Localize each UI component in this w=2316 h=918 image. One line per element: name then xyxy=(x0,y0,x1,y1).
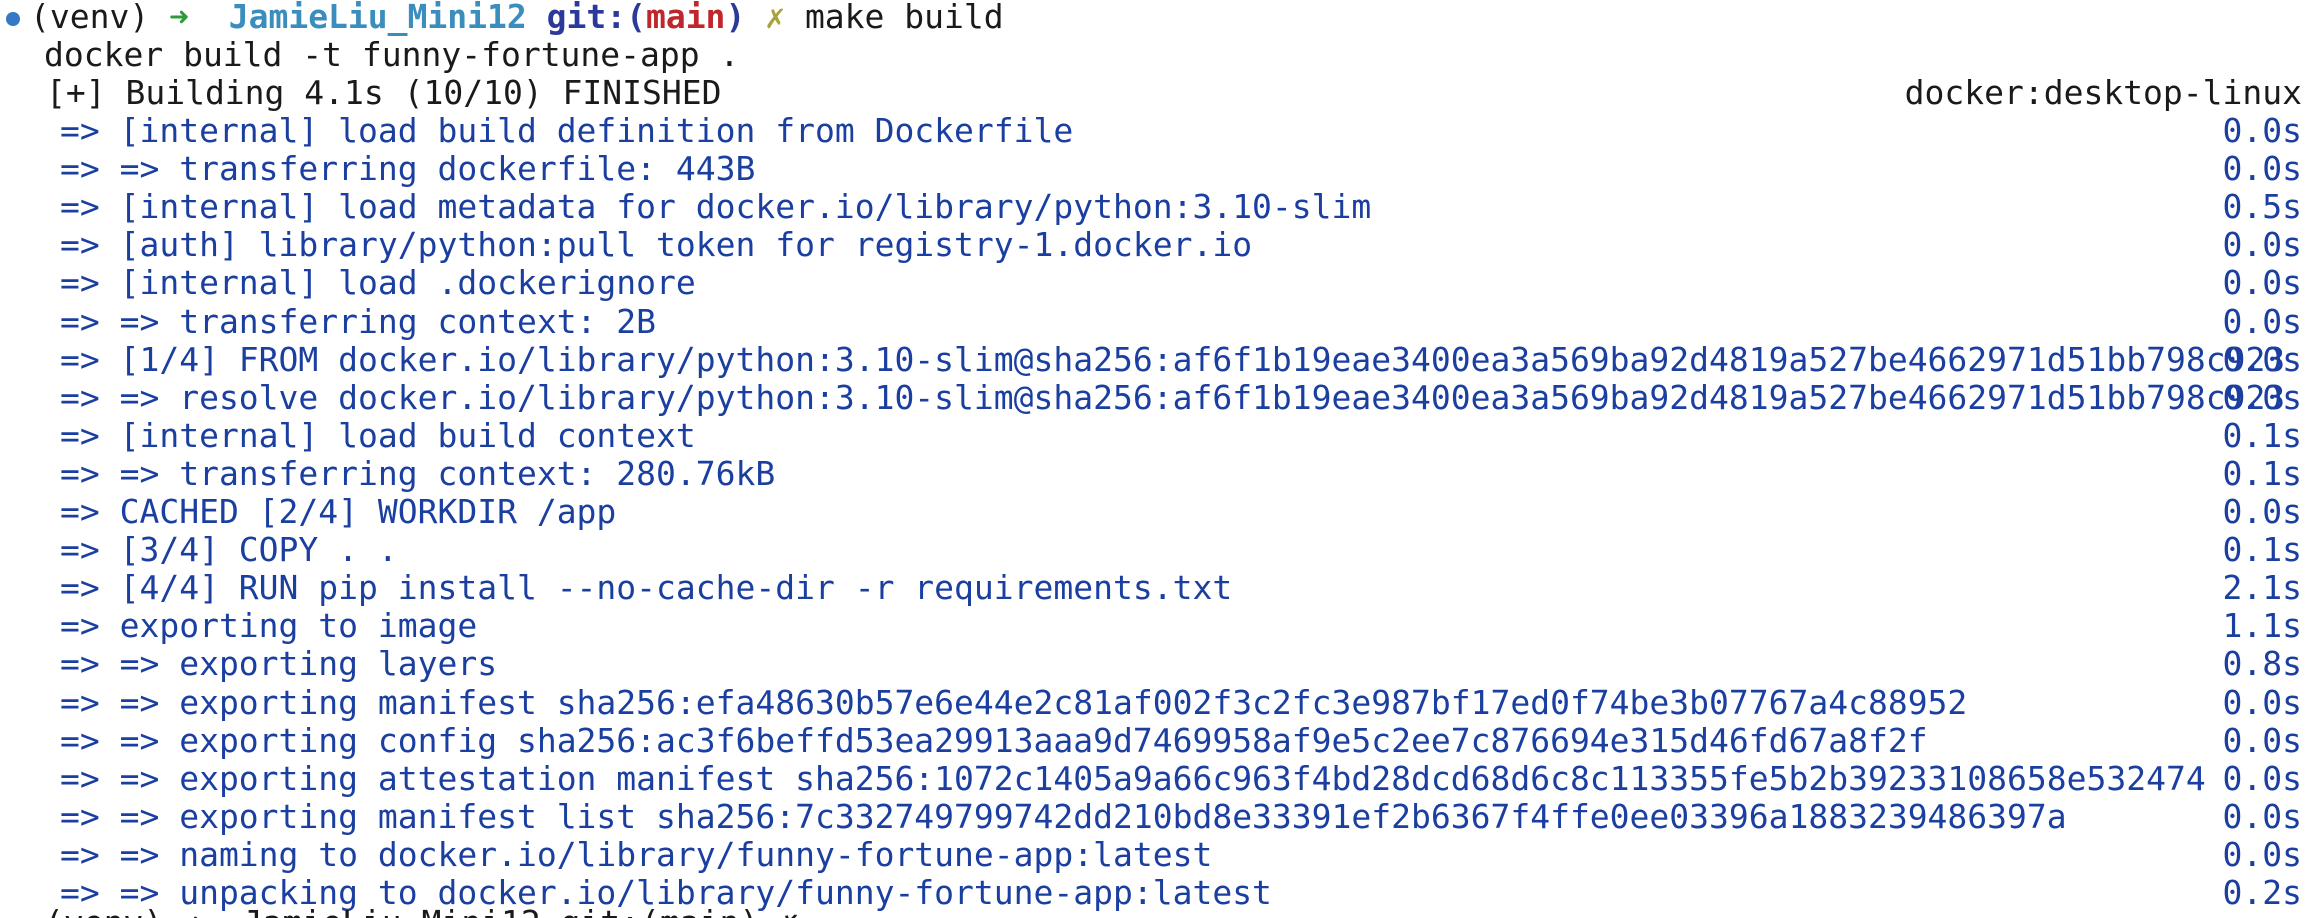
build-step-text: => [internal] load .dockerignore xyxy=(60,263,696,303)
command-echo: docker build -t funny-fortune-app . xyxy=(44,36,2302,74)
build-step-time: 0.5s xyxy=(2222,187,2302,227)
build-step-line: => => exporting layers 0.8s xyxy=(60,645,2302,683)
build-step-text: => => naming to docker.io/library/funny-… xyxy=(60,834,1213,874)
build-step-time: 0.0s xyxy=(2222,758,2302,798)
build-step-text: => [internal] load build context xyxy=(60,415,696,455)
build-step-text: => => exporting manifest sha256:efa48630… xyxy=(60,682,1968,722)
build-step-time: 0.0s xyxy=(2222,263,2302,303)
git-label-close: ) xyxy=(725,0,746,36)
build-step-line: => => exporting attestation manifest sha… xyxy=(60,758,2302,798)
build-step-time: 1.1s xyxy=(2222,606,2302,646)
build-step-text: => => exporting attestation manifest sha… xyxy=(60,758,2206,798)
build-step-time: 0.0s xyxy=(2222,301,2302,341)
build-step-text: => CACHED [2/4] WORKDIR /app xyxy=(60,492,617,531)
current-directory: JamieLiu_Mini12 xyxy=(228,0,527,36)
build-step-time: 0.0s xyxy=(2222,149,2302,189)
build-step-time: 0.0s xyxy=(2222,682,2302,722)
build-step-text: => => transferring dockerfile: 443B xyxy=(60,149,756,189)
build-step-line: => => transferring context: 280.76kB 0.1s xyxy=(60,453,2302,493)
build-step-time: 0.0s xyxy=(2222,796,2302,836)
build-step-text: => => transferring context: 280.76kB xyxy=(60,453,776,493)
build-step-line: => => naming to docker.io/library/funny-… xyxy=(60,834,2302,874)
build-step-line: => => resolve docker.io/library/python:3… xyxy=(60,377,2302,417)
build-step-time: 0.0s xyxy=(2222,111,2302,150)
build-step-time: 0.0s xyxy=(2222,225,2302,265)
build-step-line: => [3/4] COPY . . 0.1s xyxy=(60,531,2302,569)
build-step-time: 0.0s xyxy=(2222,377,2302,417)
arrow-icon: ➜ xyxy=(169,0,189,36)
build-step-line: => => exporting config sha256:ac3f6beffd… xyxy=(60,720,2302,760)
build-step-line: => [internal] load .dockerignore 0.0s xyxy=(60,264,2302,302)
build-step-text: => [3/4] COPY . . xyxy=(60,530,398,570)
build-step-time: 0.1s xyxy=(2222,530,2302,570)
build-step-line: => [1/4] FROM docker.io/library/python:3… xyxy=(60,339,2302,379)
dirty-mark-icon: ✗ xyxy=(765,0,786,36)
build-step-text: => [1/4] FROM docker.io/library/python:3… xyxy=(60,339,2286,379)
build-status-line: [+] Building 4.1s (10/10) FINISHED docke… xyxy=(46,74,2302,112)
build-step-line: => [internal] load build definition from… xyxy=(60,112,2302,150)
terminal-window[interactable]: (venv) ➜ JamieLiu_Mini12 git:(main) ✗ ma… xyxy=(0,0,2316,918)
build-step-text: => [internal] load metadata for docker.i… xyxy=(60,187,1372,227)
git-label: git:( xyxy=(546,0,646,36)
prompt-status-dot xyxy=(6,12,20,26)
build-step-text: => [internal] load build definition from… xyxy=(60,111,1074,150)
build-step-line: => => transferring dockerfile: 443B 0.0s xyxy=(60,150,2302,188)
git-branch: main xyxy=(645,0,726,36)
venv-label: (venv) xyxy=(30,0,150,36)
build-step-time: 0.0s xyxy=(2222,834,2302,874)
build-step-text: => exporting to image xyxy=(60,606,478,646)
build-step-line: => [internal] load metadata for docker.i… xyxy=(60,188,2302,226)
next-prompt-partial: (venv) ➜ JamieLiu_Mini12 git:(main) ✗ xyxy=(44,904,799,918)
build-step-time: 0.0s xyxy=(2222,720,2302,760)
build-step-line: => [auth] library/python:pull token for … xyxy=(60,226,2302,264)
build-step-time: 0.1s xyxy=(2222,415,2302,455)
builder-name: docker:desktop-linux xyxy=(1904,73,2302,112)
command-echo-text: docker build -t funny-fortune-app . xyxy=(44,35,740,74)
build-step-line: => CACHED [2/4] WORKDIR /app 0.0s xyxy=(60,493,2302,531)
build-step-text: => => exporting config sha256:ac3f6beffd… xyxy=(60,720,1928,760)
build-step-line: => [4/4] RUN pip install --no-cache-dir … xyxy=(60,569,2302,607)
build-status: [+] Building 4.1s (10/10) FINISHED xyxy=(46,73,722,112)
build-step-time: 0.0s xyxy=(2222,492,2302,531)
build-step-text: => => exporting manifest list sha256:7c3… xyxy=(60,796,2067,836)
entered-command: make build xyxy=(804,0,1004,36)
build-step-time: 0.2s xyxy=(2222,873,2302,912)
prompt-line: (venv) ➜ JamieLiu_Mini12 git:(main) ✗ ma… xyxy=(30,0,2302,36)
build-step-line: => [internal] load build context 0.1s xyxy=(60,415,2302,455)
build-step-time: 0.8s xyxy=(2222,644,2302,684)
build-step-text: => [4/4] RUN pip install --no-cache-dir … xyxy=(60,568,1233,608)
build-step-text: => => transferring context: 2B xyxy=(60,301,657,341)
build-step-time: 0.0s xyxy=(2222,339,2302,379)
build-step-time: 0.1s xyxy=(2222,453,2302,493)
build-step-line: => => exporting manifest sha256:efa48630… xyxy=(60,682,2302,722)
build-step-text: => => resolve docker.io/library/python:3… xyxy=(60,377,2286,417)
build-step-time: 2.1s xyxy=(2222,568,2302,608)
build-step-text: => => exporting layers xyxy=(60,644,498,684)
build-step-line: => exporting to image 1.1s xyxy=(60,607,2302,645)
build-step-line: => => transferring context: 2B 0.0s xyxy=(60,301,2302,341)
build-step-text: => [auth] library/python:pull token for … xyxy=(60,225,1253,265)
build-step-line: => => exporting manifest list sha256:7c3… xyxy=(60,796,2302,836)
